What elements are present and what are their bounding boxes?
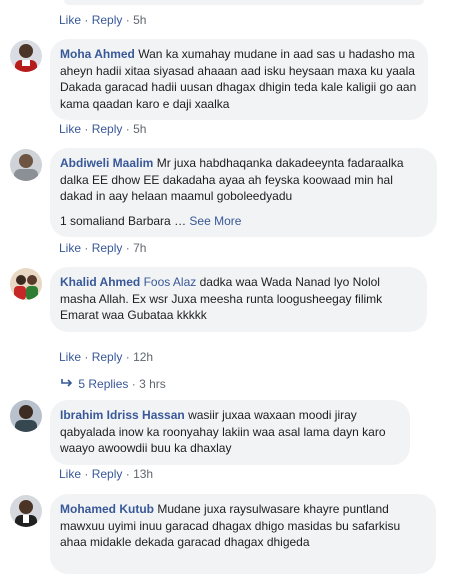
reply-link[interactable]: Reply [92,122,123,136]
replies-count-link[interactable]: 5 Replies [78,377,128,391]
separator: · [131,377,136,391]
comment-actions: Like · Reply · 7h [59,241,146,255]
separator: · [125,467,130,481]
comment-bubble: Ibrahim Idriss Hassan wasiir juxaa waxaa… [50,400,410,465]
tagged-user-link[interactable]: Foos Alaz [144,275,197,289]
comment-author[interactable]: Ibrahim Idriss Hassan [60,408,185,422]
like-link[interactable]: Like [59,122,81,136]
comment-author[interactable]: Moha Ahmed [60,47,135,61]
like-link[interactable]: Like [59,467,81,481]
comment-bubble: Khalid Ahmed Foos Alaz dadka waa Wada Na… [50,267,427,332]
comment-actions: Like · Reply · 12h [59,350,153,364]
comment-author[interactable]: Mohamed Kutub [60,502,154,516]
comment-author[interactable]: Abdiweli Maalim [60,156,153,170]
separator: · [84,467,89,481]
timestamp[interactable]: 5h [133,13,146,27]
separator: · [84,122,89,136]
separator: · [125,13,130,27]
like-link[interactable]: Like [59,241,81,255]
avatar[interactable] [10,268,42,300]
separator: · [84,350,89,364]
timestamp[interactable]: 13h [133,467,153,481]
reply-link[interactable]: Reply [92,241,123,255]
timestamp[interactable]: 12h [133,350,153,364]
replies-time: 3 hrs [139,377,166,391]
avatar[interactable] [10,149,42,181]
separator: · [125,122,130,136]
previous-comment-bubble [64,0,424,5]
separator: · [125,350,130,364]
like-link[interactable]: Like [59,13,81,27]
see-more-link[interactable]: See More [189,214,241,228]
avatar[interactable] [10,495,42,527]
comment-actions: Like · Reply · 5h [59,122,146,136]
avatar[interactable] [10,400,42,432]
separator: · [84,13,89,27]
reply-link[interactable]: Reply [92,350,123,364]
separator: · [84,241,89,255]
comment-bubble: Mohamed Kutub Mudane juxa raysulwasare k… [50,494,436,574]
separator: · [125,241,130,255]
timestamp[interactable]: 5h [133,122,146,136]
reply-arrow-icon [61,377,75,391]
reply-link[interactable]: Reply [92,467,123,481]
like-link[interactable]: Like [59,350,81,364]
comment-bubble: Moha Ahmed Wan ka xumahay mudane in aad … [50,39,428,120]
comment-actions: Like · Reply · 5h [59,13,146,27]
comment-extra-text: 1 somaliand Barbara … [60,213,187,228]
reply-link[interactable]: Reply [92,13,123,27]
comment-author[interactable]: Khalid Ahmed [60,275,140,289]
comment-bubble: Abdiweli Maalim Mr juxa habdhaqanka daka… [50,148,437,237]
timestamp[interactable]: 7h [133,241,146,255]
comment-actions: Like · Reply · 13h [59,467,153,481]
view-replies[interactable]: 5 Replies · 3 hrs [61,377,166,391]
avatar[interactable] [10,40,42,72]
